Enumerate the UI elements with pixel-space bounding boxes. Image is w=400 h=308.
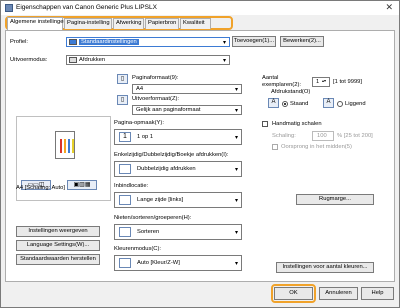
- duplex-icon: [119, 164, 131, 174]
- landscape-icon: A: [323, 98, 334, 108]
- paper-size-select[interactable]: A4 ▾: [132, 84, 242, 94]
- binding-value: Lange zijde [links]: [137, 197, 184, 203]
- origin-center-checkbox[interactable]: [272, 144, 278, 150]
- duplex-select[interactable]: Dubbelzijdig afdrukken ▾: [114, 161, 242, 177]
- tab-finishing[interactable]: Afwerking: [113, 18, 144, 29]
- portrait-label: Staand: [290, 101, 309, 107]
- manual-scale-checkbox[interactable]: [262, 121, 268, 127]
- preview-bar: [64, 139, 66, 153]
- binding-label: Inbindlocatie:: [114, 183, 149, 189]
- landscape-label: Liggend: [345, 101, 366, 107]
- help-button[interactable]: Help: [361, 287, 394, 300]
- close-icon[interactable]: ✕: [385, 2, 393, 13]
- chevron-down-icon: ▾: [234, 135, 238, 141]
- profile-value: Standaardinstellingen: [79, 39, 139, 45]
- preview-page: [55, 131, 75, 159]
- color-mode-icon: [119, 258, 131, 268]
- chevron-down-icon: ▾: [234, 108, 238, 114]
- orientation-label: Afdrukstand(O): [271, 89, 311, 95]
- paper-size-label: Paginaformaat(9):: [132, 75, 179, 81]
- copies-input[interactable]: 1 ▴▾: [312, 77, 330, 87]
- one-page-icon: 1: [119, 132, 131, 142]
- spinner-icon[interactable]: ▴▾: [322, 78, 326, 83]
- print-icon: [69, 57, 77, 63]
- output-size-label: Uitvoerformaat(Z):: [132, 96, 180, 102]
- tab-paper-source[interactable]: Papierbron: [145, 18, 179, 29]
- origin-center-label: Oorsprong in het midden(5): [281, 144, 352, 150]
- chevron-down-icon: ▾: [222, 40, 226, 46]
- tab-general[interactable]: Algemene instellingen: [7, 17, 67, 30]
- staple-select[interactable]: Sorteren ▾: [114, 224, 242, 240]
- portrait-radio[interactable]: [282, 101, 288, 107]
- duplex-label: Enkelzijdig/Dubbelzijdig/Boekje afdrukke…: [114, 152, 229, 158]
- chevron-down-icon: ▾: [234, 230, 238, 236]
- chevron-down-icon: ▾: [234, 87, 238, 93]
- scaling-input[interactable]: 100: [312, 131, 334, 141]
- copies-range: [1 tot 9999]: [333, 79, 363, 85]
- paper-size-icon: ▯: [117, 74, 128, 84]
- preview-bar: [60, 139, 62, 153]
- color-mode-value: Auto [Kleur/Z-W]: [137, 260, 180, 266]
- scaling-label: Schaling:: [272, 133, 296, 139]
- output-size-icon: ▯: [117, 95, 128, 105]
- tab-page-setup[interactable]: Pagina-instelling: [64, 18, 112, 29]
- chevron-down-icon: ▾: [222, 58, 226, 64]
- output-size-select[interactable]: Gelijk aan paginaformaat ▾: [132, 105, 242, 115]
- ok-button[interactable]: OK: [274, 287, 313, 300]
- tab-quality[interactable]: Kwaliteit: [180, 18, 211, 29]
- printer-icon: [5, 4, 13, 12]
- add-profile-button[interactable]: Toevoegen(1)...: [232, 36, 276, 47]
- chevron-down-icon: ▾: [234, 198, 238, 204]
- output-mode-label: Uitvoermodus:: [10, 57, 48, 63]
- color-mode-select[interactable]: Auto [Kleur/Z-W] ▾: [114, 255, 242, 271]
- page-layout-label: Pagina-opmaak(Y):: [114, 120, 164, 126]
- manual-scale-label: Handmatig schalen: [272, 121, 322, 127]
- staple-label: Nieten/sorteren/groeperen(H):: [114, 215, 192, 221]
- binding-icon: [119, 195, 131, 205]
- binding-select[interactable]: Lange zijde [links] ▾: [114, 192, 242, 208]
- scaling-value: 100: [317, 133, 327, 139]
- show-settings-button[interactable]: Instellingen weergeven: [16, 226, 100, 237]
- output-mode-value: Afdrukken: [79, 57, 106, 63]
- paper-size-value: A4: [136, 86, 144, 92]
- duplex-value: Dubbelzijdig afdrukken: [137, 166, 196, 172]
- restore-defaults-button[interactable]: Standaardwaarden herstellen: [16, 254, 100, 265]
- page-layout-value: 1 op 1: [137, 134, 154, 140]
- properties-window: Eigenschappen van Canon Generic Plus LIP…: [0, 0, 400, 308]
- output-mode-select[interactable]: Afdrukken ▾: [66, 55, 230, 65]
- preview-bar: [72, 139, 74, 153]
- window-title: Eigenschappen van Canon Generic Plus LIP…: [16, 4, 157, 11]
- gutter-button[interactable]: Rugmarge...: [296, 194, 374, 205]
- staple-value: Sorteren: [137, 229, 160, 235]
- settings-panel: Profiel: Standaardinstellingen ▾ Toevoeg…: [5, 30, 395, 282]
- profile-select[interactable]: Standaardinstellingen ▾: [66, 37, 230, 47]
- page-layout-select[interactable]: 1 1 op 1 ▾: [114, 129, 242, 145]
- edit-profile-button[interactable]: Bewerken(2)...: [280, 36, 324, 47]
- output-size-value: Gelijk aan paginaformaat: [136, 107, 201, 113]
- profile-icon: [69, 39, 77, 45]
- copies-label: Aantal exemplaren(2):: [262, 75, 301, 88]
- scaling-range: % [25 tot 200]: [337, 133, 373, 139]
- landscape-radio[interactable]: [337, 101, 343, 107]
- copies-value: 1: [316, 79, 320, 85]
- color-copies-settings-button[interactable]: Instellingen voor aantal kleuren...: [276, 262, 374, 273]
- profile-label: Profiel:: [10, 39, 29, 45]
- finish-mode-icons[interactable]: ▣▥▦: [67, 180, 97, 190]
- chevron-down-icon: ▾: [234, 261, 238, 267]
- chevron-down-icon: ▾: [234, 167, 238, 173]
- title-bar: Eigenschappen van Canon Generic Plus LIP…: [1, 1, 399, 15]
- cancel-button[interactable]: Annuleren: [319, 287, 358, 300]
- portrait-icon: A: [268, 98, 279, 108]
- collate-icon: [119, 227, 131, 237]
- preview-caption: A4 [Schaling: Auto]: [16, 185, 65, 191]
- language-settings-button[interactable]: Language Settings(W)...: [16, 240, 100, 251]
- preview-bar: [68, 139, 70, 153]
- color-mode-label: Kleurenmodus(C):: [114, 246, 162, 252]
